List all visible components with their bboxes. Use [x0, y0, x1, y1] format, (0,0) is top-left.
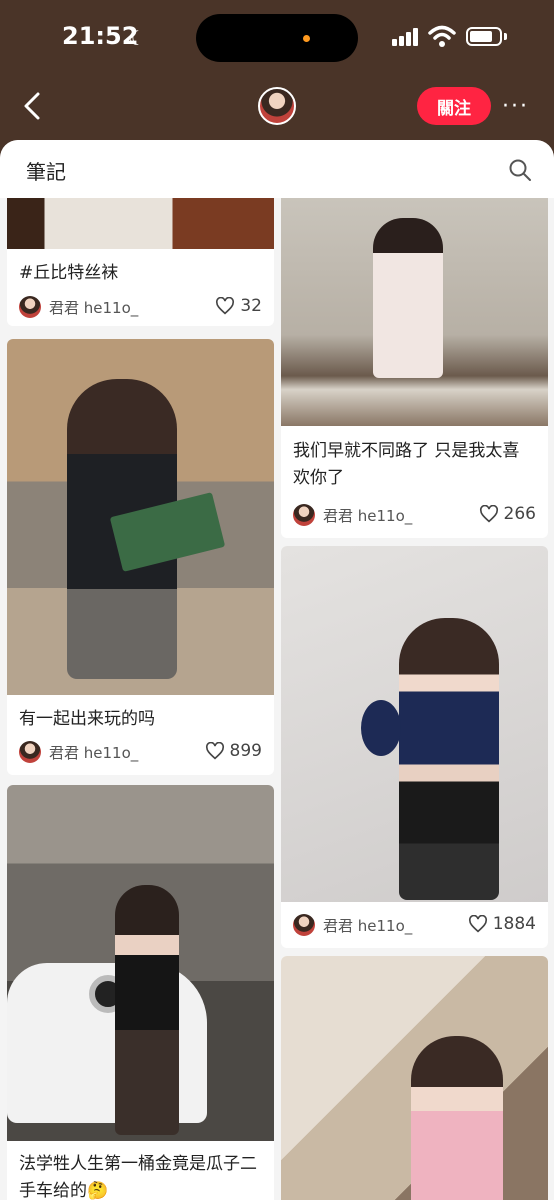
author-avatar	[19, 741, 41, 763]
author-name: 君君 he11o_	[49, 299, 139, 317]
like-count[interactable]: 1884	[468, 914, 536, 934]
note-card[interactable]: 有一起出来玩的吗 君君 he11o_ 899	[7, 339, 274, 775]
note-image	[281, 198, 548, 426]
like-number: 899	[229, 741, 262, 761]
indicator-dot	[303, 35, 310, 42]
wifi-icon	[428, 25, 456, 47]
note-meta: 君君 he11o_ 899	[19, 741, 262, 765]
back-icon[interactable]	[18, 88, 48, 124]
heart-icon	[216, 297, 235, 315]
battery-nub	[504, 33, 507, 40]
note-caption: 法学牲人生第一桶金竟是瓜子二手车给的🤔	[19, 1154, 257, 1200]
follow-button[interactable]: 關注	[417, 87, 491, 125]
note-image	[281, 546, 548, 902]
like-count[interactable]: 266	[479, 504, 536, 524]
panel-title: 筆記	[26, 160, 66, 184]
note-caption: 我们早就不同路了 只是我太喜欢你了	[293, 441, 520, 488]
more-options-icon[interactable]: ···	[502, 94, 529, 119]
note-image	[7, 198, 274, 249]
profile-header: 關注 ···	[0, 72, 554, 140]
note-meta: 君君 he11o_ 1884	[293, 914, 536, 938]
author-avatar	[293, 504, 315, 526]
author-avatar	[19, 296, 41, 318]
note-card[interactable]: 我们早就不同路了 只是我太喜欢你了 君君 he11o_ 266	[281, 198, 548, 538]
note-card[interactable]: 君君 he11o_ 1884	[281, 546, 548, 948]
note-card[interactable]: 法学牲人生第一桶金竟是瓜子二手车给的🤔	[7, 785, 274, 1200]
avatar[interactable]	[258, 87, 296, 125]
heart-icon	[479, 505, 498, 523]
author-name: 君君 he11o_	[49, 744, 139, 762]
author-name: 君君 he11o_	[323, 507, 413, 525]
status-bar: 21:52 ☾	[0, 0, 554, 72]
note-image	[7, 339, 274, 695]
dynamic-island	[196, 14, 358, 62]
like-count[interactable]: 32	[215, 296, 262, 316]
cellular-signal-icon	[392, 28, 420, 46]
note-meta: 君君 he11o_ 32	[19, 296, 262, 320]
panel-header: 筆記	[0, 140, 554, 198]
note-caption: 有一起出来玩的吗	[19, 709, 155, 729]
note-card[interactable]	[281, 956, 548, 1200]
author-avatar	[293, 914, 315, 936]
search-icon[interactable]	[508, 158, 532, 182]
note-caption: #丘比特丝袜	[19, 263, 119, 283]
note-card[interactable]: #丘比特丝袜 君君 he11o_ 32	[7, 198, 274, 326]
like-count[interactable]: 899	[205, 741, 262, 761]
like-number: 1884	[492, 914, 536, 934]
like-number: 266	[503, 504, 536, 524]
heart-icon	[205, 742, 224, 760]
battery-icon	[466, 27, 502, 46]
note-meta: 君君 he11o_ 266	[293, 504, 536, 528]
note-image	[281, 956, 548, 1200]
status-time: 21:52	[62, 22, 139, 50]
like-number: 32	[240, 296, 262, 316]
author-name: 君君 he11o_	[323, 917, 413, 935]
notes-panel: 筆記 #丘比特丝袜 君君 he11o_ 32 我们早就不同路了 只是我太喜欢你了…	[0, 140, 554, 1200]
note-image	[7, 785, 274, 1141]
moon-icon: ☾	[128, 26, 146, 50]
heart-icon	[468, 915, 487, 933]
